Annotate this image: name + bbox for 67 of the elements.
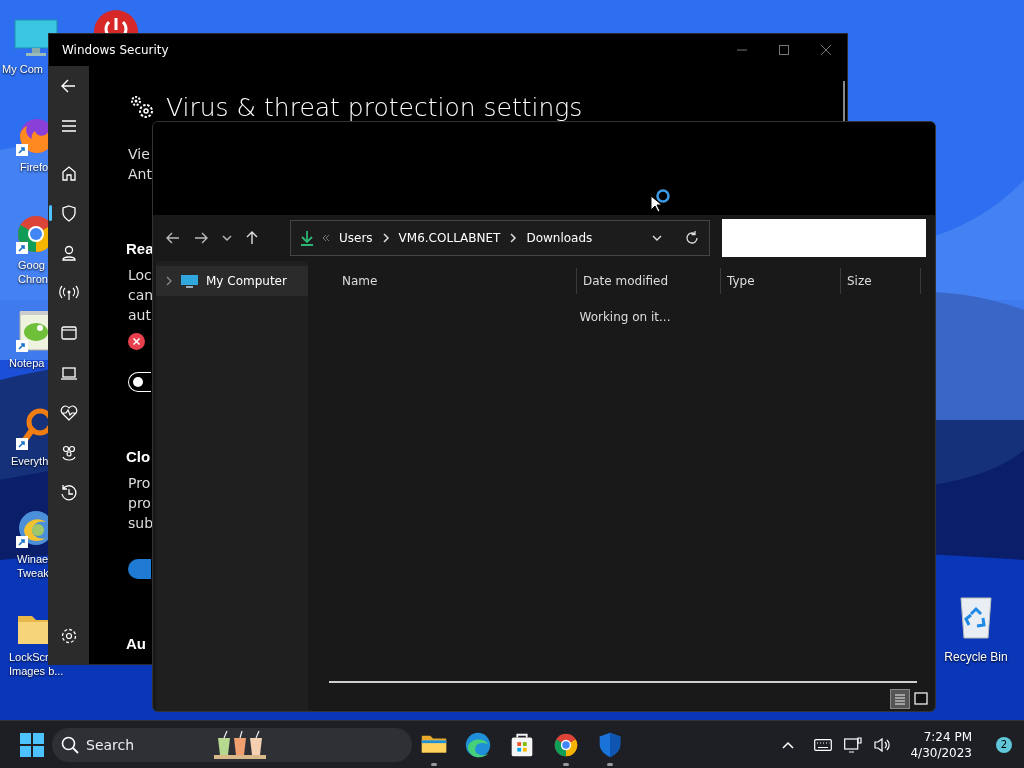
gears-icon	[128, 93, 156, 121]
network-icon[interactable]	[844, 736, 863, 753]
shield-icon[interactable]	[59, 203, 79, 223]
icon-label: Notepa	[8, 356, 46, 370]
clock-time[interactable]: 7:24 PM	[923, 728, 972, 745]
scrollbar[interactable]	[843, 81, 845, 121]
window-icon[interactable]	[59, 323, 79, 343]
icon-label: LockScr Images b...	[8, 650, 65, 678]
start-button[interactable]	[20, 732, 44, 757]
double-chevron-icon	[322, 234, 330, 242]
description-text: Loc can aut	[128, 266, 154, 325]
lines-icon	[892, 691, 908, 707]
clock-date[interactable]: 4/30/2023	[910, 744, 972, 761]
settings-icon[interactable]	[59, 626, 79, 646]
refresh-button[interactable]	[685, 231, 699, 245]
drinks-icon	[212, 729, 268, 760]
chevron-right-icon	[381, 233, 390, 243]
section-heading: Clo	[126, 448, 151, 465]
maximize-button[interactable]	[779, 45, 789, 55]
up-button[interactable]	[246, 231, 258, 245]
heart-pulse-icon[interactable]	[59, 403, 79, 423]
forward-button[interactable]	[194, 232, 208, 244]
icon-label: Everyth	[10, 454, 50, 468]
toggle-switch[interactable]	[128, 559, 151, 579]
column-header[interactable]: Type	[721, 268, 841, 294]
icon-label: Recycle Bin	[944, 650, 1008, 664]
tree-item[interactable]: My Computer	[156, 266, 308, 296]
loading-spinner-icon	[656, 189, 670, 203]
search-field[interactable]	[722, 219, 926, 257]
address-bar[interactable]: Users VM6.COLLABNET Downloads	[290, 220, 710, 256]
icon-label: Goog Chron	[17, 258, 49, 286]
icon-label: My Com	[1, 62, 44, 76]
recycle-bin-icon	[959, 596, 993, 640]
square-icon	[913, 691, 929, 707]
column-header[interactable]: Size	[841, 268, 921, 294]
recent-locations-button[interactable]	[222, 234, 232, 242]
breadcrumb-item[interactable]: Users	[339, 231, 373, 245]
chevron-right-icon[interactable]	[165, 276, 173, 286]
chevron-right-icon	[509, 233, 518, 243]
dropdown-icon[interactable]	[652, 234, 662, 242]
notification-badge[interactable]: 2	[996, 736, 1012, 753]
person-icon[interactable]	[59, 243, 79, 263]
icon-label: Firefo	[19, 160, 50, 174]
back-button[interactable]	[166, 232, 180, 244]
breadcrumb-item[interactable]: VM6.COLLABNET	[398, 231, 501, 245]
scrollbar[interactable]	[329, 681, 917, 683]
window-title: Windows Security	[62, 43, 170, 57]
error-icon	[128, 333, 145, 350]
antenna-icon[interactable]	[59, 283, 79, 303]
close-button[interactable]	[821, 45, 831, 55]
chevron-up-icon[interactable]	[782, 740, 795, 749]
section-heading: Au	[126, 635, 146, 652]
icon-label: Winae Tweak	[16, 552, 50, 580]
page-title: Virus & threat protection settings	[166, 92, 583, 122]
description-text: Vie Ant	[128, 145, 152, 184]
column-header[interactable]: Date modified	[577, 268, 721, 294]
history-icon[interactable]	[59, 483, 79, 503]
column-header[interactable]: Name	[328, 268, 577, 294]
search-field[interactable]: Search	[52, 727, 412, 762]
loading-text: Working on it...	[578, 310, 672, 324]
monitor-icon	[181, 273, 198, 289]
keyboard-icon[interactable]	[814, 738, 833, 751]
description-text: Pro pro sub	[128, 474, 154, 533]
volume-icon[interactable]	[874, 736, 893, 753]
download-icon	[301, 230, 313, 246]
breadcrumb-item[interactable]: Downloads	[526, 231, 593, 245]
search-icon	[61, 735, 79, 754]
